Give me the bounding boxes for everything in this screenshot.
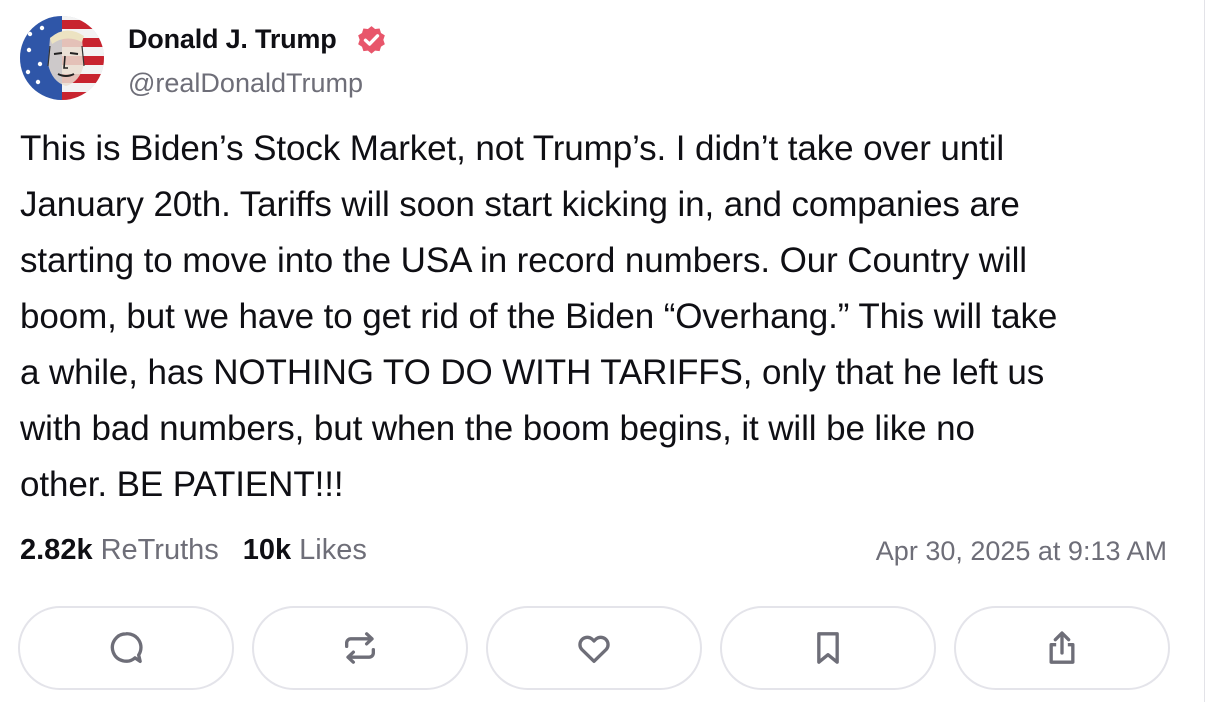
share-icon	[1049, 631, 1075, 664]
truth-post: Donald J. Trump @realDonaldTrump This is…	[0, 0, 1212, 702]
like-icon	[578, 635, 610, 663]
share-button[interactable]	[954, 606, 1170, 690]
likes-stat[interactable]: 10k Likes	[243, 534, 367, 567]
retruth-icon	[345, 632, 375, 664]
post-text: This is Biden’s Stock Market, not Trump’…	[20, 121, 1200, 513]
scrollbar-edge	[1204, 0, 1212, 702]
action-bar	[18, 606, 1170, 690]
reply-icon	[110, 632, 143, 663]
bookmark-button[interactable]	[720, 606, 936, 690]
likes-count: 10k	[242, 534, 292, 566]
retruth-button[interactable]	[252, 606, 468, 690]
flag-portrait-avatar-icon	[20, 16, 104, 100]
post-text-line: starting to move into the USA in record …	[20, 241, 1027, 280]
author-avatar[interactable]	[20, 16, 104, 100]
reply-button[interactable]	[18, 606, 234, 690]
post-stats: 2.82k ReTruths 10k Likes	[20, 534, 367, 567]
post-text-line: with bad numbers, but when the boom begi…	[20, 409, 975, 448]
bookmark-icon	[817, 632, 839, 664]
post-timestamp: Apr 30, 2025 at 9:13 AM	[875, 536, 1167, 566]
author-display-name[interactable]: Donald J. Trump	[128, 24, 337, 55]
like-button[interactable]	[486, 606, 702, 690]
post-text-line: boom, but we have to get rid of the Bide…	[20, 297, 1058, 336]
retruths-label: ReTruths	[100, 534, 219, 566]
post-text-line: a while, has NOTHING TO DO WITH TARIFFS,…	[20, 353, 1045, 392]
likes-label: Likes	[299, 534, 367, 566]
post-text-line: January 20th. Tariffs will soon start ki…	[20, 185, 1020, 224]
retruths-count: 2.82k	[20, 534, 93, 566]
retruths-stat[interactable]: 2.82k ReTruths	[20, 534, 219, 567]
post-text-line: other. BE PATIENT!!!	[20, 465, 344, 504]
verified-badge-icon	[355, 24, 388, 57]
post-text-line: This is Biden’s Stock Market, not Trump’…	[20, 129, 1005, 168]
author-handle[interactable]: @realDonaldTrump	[128, 68, 363, 99]
